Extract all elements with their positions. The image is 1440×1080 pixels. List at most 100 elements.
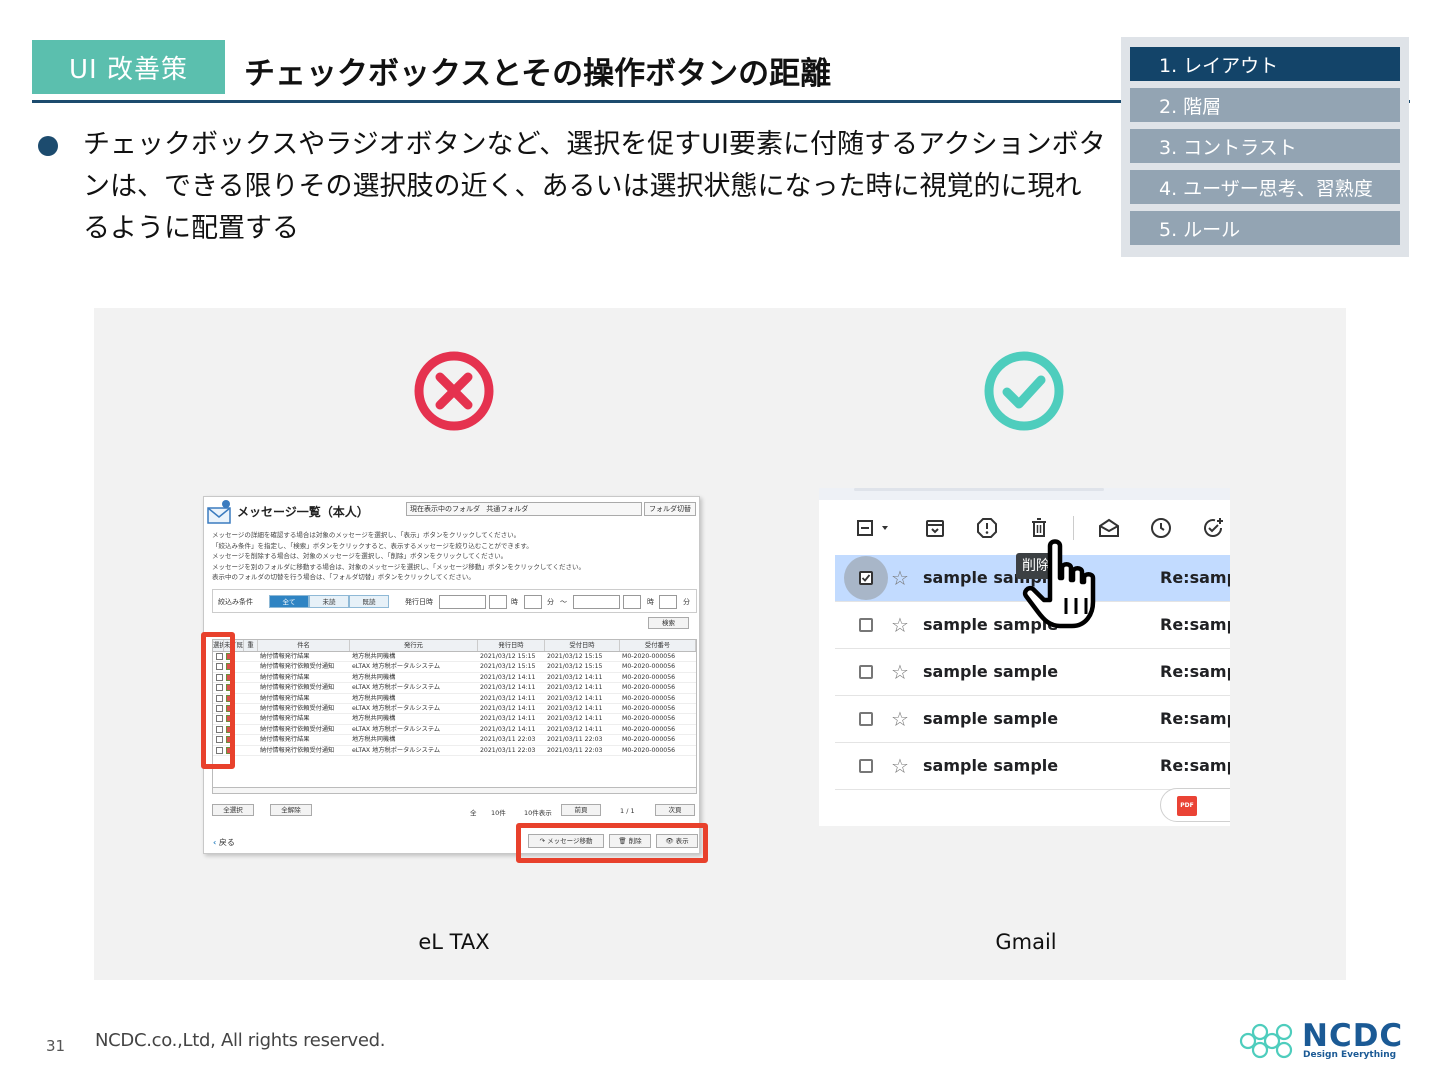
col-sender: 発行元 xyxy=(350,640,478,651)
logo-name: NCDC xyxy=(1302,1018,1404,1054)
table-cell: 2021/03/12 14:11 xyxy=(480,684,536,692)
snooze-icon[interactable] xyxy=(1149,516,1173,540)
email-row[interactable]: ☆ sample sample Re:samp xyxy=(835,696,1230,743)
toc-item-4[interactable]: 4. ユーザー思考、習熟度 xyxy=(1130,170,1400,204)
desc-line: メッセージを別のフォルダに移動する場合は、対象のメッセージを選択し、「メッセージ… xyxy=(212,562,585,571)
checkbox-checked[interactable] xyxy=(859,571,873,585)
toc-item-3[interactable]: 3. コントラスト xyxy=(1130,129,1400,163)
filter-read[interactable]: 既読 xyxy=(349,595,389,608)
filter-unread[interactable]: 未読 xyxy=(309,595,349,608)
hour-unit: 時 xyxy=(511,598,518,606)
table-row[interactable]: 納付情報発行依頼受付通知 eLTAX 地方税ポータルシステム 2021/03/12 … xyxy=(213,662,696,673)
horizontal-scrollbar[interactable] xyxy=(212,787,697,794)
table-cell: eLTAX 地方税ポータルシステム xyxy=(352,746,441,754)
back-link[interactable]: ‹ 戻る xyxy=(213,837,235,848)
table-cell: 2021/03/12 14:11 xyxy=(480,694,536,702)
table-cell: 納付情報発行依頼受付通知 xyxy=(260,704,335,712)
folder-label: 現在表示中のフォルダ xyxy=(410,505,480,513)
message-table: 選択 未／既 重 件名 発行元 発行日時 受付日時 受付番号 納付情報発行結果地… xyxy=(212,639,697,794)
star-icon[interactable]: ☆ xyxy=(891,614,909,636)
table-cell: 2021/03/12 14:11 xyxy=(547,694,603,702)
table-cell: 納付情報発行依頼受付通知 xyxy=(260,684,335,692)
min-unit: 分 xyxy=(547,598,554,606)
trash-icon[interactable] xyxy=(1027,516,1051,540)
table-cell: eLTAX 地方税ポータルシステム xyxy=(352,663,441,671)
min-from-input[interactable] xyxy=(524,595,542,609)
table-row[interactable]: 納付情報発行結果 地方税共同機構 2021/03/11 22:03 2021/03/1… xyxy=(213,735,696,746)
table-row[interactable]: 納付情報発行結果 地方税共同機構 2021/03/12 14:11 2021/03/1… xyxy=(213,694,696,704)
table-cell: 2021/03/12 15:15 xyxy=(547,653,603,660)
table-cell: M0-2020-000056 xyxy=(622,715,676,723)
cell-priority xyxy=(244,725,258,734)
search-button[interactable]: 検索 xyxy=(648,617,689,629)
toc-item-2[interactable]: 2. 階層 xyxy=(1130,88,1400,122)
table-cell: eLTAX 地方税ポータルシステム xyxy=(352,684,441,692)
eltax-screenshot: メッセージ一覧（本人） 現在表示中のフォルダ 共通フォルダ フォルダ切替 メッセ… xyxy=(203,496,700,854)
email-row[interactable]: ☆ sample sample Re:samp xyxy=(835,743,1230,790)
table-cell: 2021/03/12 14:11 xyxy=(547,684,603,692)
filter-bar: 絞込み条件 全て 未読 既読 発行日時 時 分 ～ 時 分 xyxy=(212,589,697,613)
table-row[interactable]: 納付情報発行依頼受付通知 eLTAX 地方税ポータルシステム 2021/03/12 … xyxy=(213,704,696,715)
select-dropdown-icon[interactable] xyxy=(855,516,895,540)
prev-page-button[interactable]: 前頁 xyxy=(561,804,601,816)
checkbox[interactable] xyxy=(859,759,873,773)
mark-read-icon[interactable] xyxy=(1097,516,1121,540)
toc-item-5[interactable]: 5. ルール xyxy=(1130,211,1400,245)
gmail-label: Gmail xyxy=(995,930,1057,954)
table-cell: 2021/03/11 22:03 xyxy=(480,736,536,744)
star-icon[interactable]: ☆ xyxy=(891,755,909,777)
table-cell: 地方税共同機構 xyxy=(352,673,396,681)
total-label: 全 xyxy=(470,809,477,817)
page-number: 31 xyxy=(46,1037,66,1055)
email-subject: Re:samp xyxy=(1160,709,1230,728)
desc-line: メッセージを削除する場合は、対象のメッセージを選択し、「削除」ボタンをクリックし… xyxy=(212,552,508,561)
filter-all[interactable]: 全て xyxy=(269,595,309,608)
email-row[interactable]: ☆ sample sample Re:samp xyxy=(835,649,1230,696)
cell-priority xyxy=(244,714,258,723)
min-to-input[interactable] xyxy=(659,595,677,609)
checkbox[interactable] xyxy=(859,712,873,726)
section-tag: UI 改善策 xyxy=(32,40,225,94)
star-icon[interactable]: ☆ xyxy=(891,661,909,683)
range-tilde: ～ xyxy=(560,598,567,606)
table-of-contents: 1. レイアウト 2. 階層 3. コントラスト 4. ユーザー思考、習熟度 5. ルー… xyxy=(1121,37,1409,257)
action-buttons-highlight xyxy=(516,823,708,863)
table-cell: 納付情報発行依頼受付通知 xyxy=(260,663,335,671)
eltax-title: メッセージ一覧（本人） xyxy=(237,505,369,519)
date-to-input[interactable] xyxy=(573,595,620,609)
cell-priority xyxy=(244,652,258,661)
x-circle-icon xyxy=(414,351,494,431)
table-row[interactable]: 納付情報発行結果 地方税共同機構 2021/03/12 15:15 2021/03/1… xyxy=(213,652,696,663)
table-cell: 2021/03/12 15:15 xyxy=(480,653,536,660)
table-row[interactable]: 納付情報発行依頼受付通知 eLTAX 地方税ポータルシステム 2021/03/12 … xyxy=(213,683,696,694)
next-page-button[interactable]: 次頁 xyxy=(655,804,695,816)
folder-switch-button[interactable]: フォルダ切替 xyxy=(644,502,696,516)
add-task-icon[interactable] xyxy=(1201,516,1225,540)
deselect-all-button[interactable]: 全解除 xyxy=(270,804,312,816)
cell-priority xyxy=(244,704,258,713)
table-cell: 納付情報発行結果 xyxy=(260,715,310,723)
table-cell: 地方税共同機構 xyxy=(352,653,396,660)
hour-from-input[interactable] xyxy=(489,595,507,609)
table-row[interactable]: 納付情報発行依頼受付通知 eLTAX 地方税ポータルシステム 2021/03/11 … xyxy=(213,746,696,756)
table-cell: 納付情報発行結果 xyxy=(260,673,310,681)
table-cell: eLTAX 地方税ポータルシステム xyxy=(352,704,441,712)
col-issued: 発行日時 xyxy=(478,640,545,651)
checkbox[interactable] xyxy=(859,665,873,679)
table-row[interactable]: 納付情報発行結果 地方税共同機構 2021/03/12 14:11 2021/03/1… xyxy=(213,673,696,684)
table-cell: 納付情報発行依頼受付通知 xyxy=(260,746,335,754)
select-all-button[interactable]: 全選択 xyxy=(212,804,254,816)
table-row[interactable]: 納付情報発行依頼受付通知 eLTAX 地方税ポータルシステム 2021/03/12 … xyxy=(213,725,696,736)
hand-pointer-icon xyxy=(1022,539,1096,629)
toc-item-1[interactable]: 1. レイアウト xyxy=(1130,47,1400,81)
star-icon[interactable]: ☆ xyxy=(891,708,909,730)
ncdc-logo: NCDC Design Everything xyxy=(1238,1018,1413,1064)
checkbox[interactable] xyxy=(859,618,873,632)
hour-to-input[interactable] xyxy=(623,595,641,609)
table-row[interactable]: 納付情報発行結果 地方税共同機構 2021/03/12 14:11 2021/03/1… xyxy=(213,714,696,725)
report-spam-icon[interactable] xyxy=(975,516,999,540)
date-from-input[interactable] xyxy=(439,595,486,609)
star-icon[interactable]: ☆ xyxy=(891,567,909,589)
archive-icon[interactable] xyxy=(923,516,947,540)
attachment-chip[interactable]: PDF xyxy=(1160,788,1230,822)
